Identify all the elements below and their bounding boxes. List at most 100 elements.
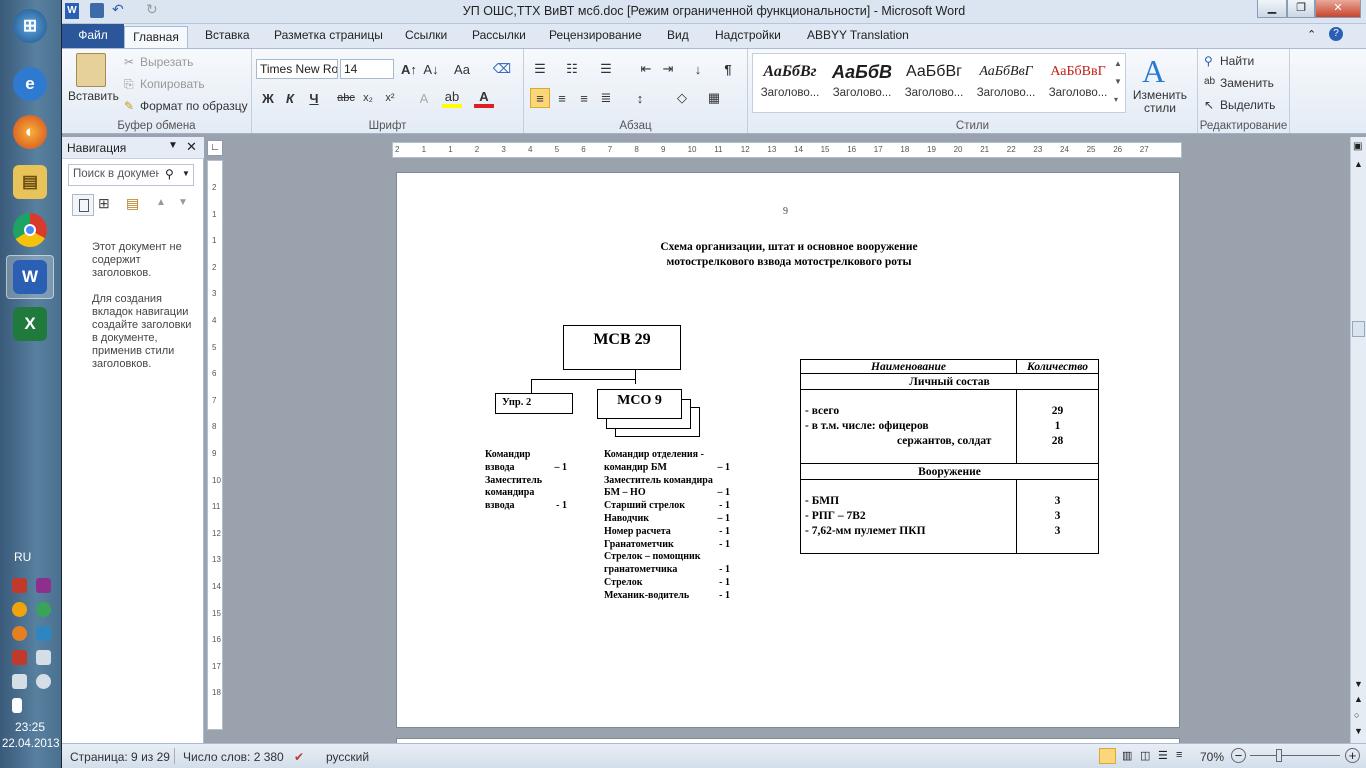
tab-mailings[interactable]: Рассылки xyxy=(472,28,526,42)
web-layout-view-icon[interactable]: ◫ xyxy=(1140,749,1150,762)
full-screen-view-icon[interactable]: ▥ xyxy=(1122,749,1132,762)
change-case-icon[interactable]: Aa xyxy=(452,59,472,79)
format-painter-button[interactable]: Формат по образцу xyxy=(140,99,248,113)
copy-icon[interactable]: ⎘ xyxy=(124,77,134,92)
scroll-up-icon[interactable]: ▲ xyxy=(1354,159,1363,169)
tab-home[interactable]: Главная xyxy=(124,26,188,49)
taskbar-word[interactable]: W xyxy=(6,255,54,299)
scroll-down-icon[interactable]: ▼ xyxy=(1354,679,1363,689)
select-icon[interactable]: ↖ xyxy=(1204,98,1214,112)
grow-font-icon[interactable]: A↑ xyxy=(399,59,419,79)
status-words[interactable]: Число слов: 2 380 xyxy=(183,750,284,764)
vertical-scrollbar[interactable]: ▣ ▲ ▼ ▲ ○ ▼ xyxy=(1350,137,1366,743)
outline-view-icon[interactable]: ☰ xyxy=(1158,749,1168,762)
status-language[interactable]: русский xyxy=(326,750,369,764)
tray-volume-icon[interactable] xyxy=(36,674,51,689)
italic-button[interactable]: К xyxy=(280,88,300,108)
font-name-combo[interactable]: Times New Ro xyxy=(256,59,338,79)
strikethrough-button[interactable]: abc xyxy=(336,88,356,108)
borders-icon[interactable]: ▦ xyxy=(704,88,724,108)
status-page[interactable]: Страница: 9 из 29 xyxy=(70,750,170,764)
tray-flag-icon[interactable] xyxy=(12,698,22,713)
tab-abbyy[interactable]: ABBYY Translation xyxy=(807,28,909,42)
font-size-combo[interactable]: 14 xyxy=(340,59,394,79)
nav-close-icon[interactable]: ✕ xyxy=(186,139,197,155)
taskbar-explorer[interactable]: ▤ xyxy=(6,160,54,204)
bullets-icon[interactable]: ☰ xyxy=(530,59,550,79)
show-marks-icon[interactable]: ¶ xyxy=(718,59,738,79)
tray-antivirus-icon[interactable] xyxy=(12,650,27,665)
tab-selector-icon[interactable]: ∟ xyxy=(207,140,223,156)
search-icon[interactable]: ⚲ xyxy=(165,167,174,181)
change-styles-icon[interactable]: A xyxy=(1142,53,1165,90)
restore-button[interactable]: ❐ xyxy=(1287,0,1315,18)
tab-view[interactable]: Вид xyxy=(667,28,689,42)
tray-cloud-icon[interactable] xyxy=(12,626,27,641)
taskbar-firefox[interactable]: ◐ xyxy=(6,110,54,154)
horizontal-ruler[interactable]: 2 1 1 2 3 4 5 6 7 8 9 10 11 12 13 14 15 16 17 18 19 20 21 22 23 2… xyxy=(392,142,1182,158)
vertical-ruler[interactable]: 2 1 1 2 3 4 5 6 7 8 9 10 11 12 13 14 15 16 17 18 xyxy=(207,160,223,730)
nav-next-icon[interactable]: ▼ xyxy=(178,197,188,208)
scroll-thumb[interactable] xyxy=(1352,321,1365,337)
ruler-toggle-icon[interactable]: ▣ xyxy=(1353,141,1362,152)
replace-button[interactable]: Заменить xyxy=(1220,76,1274,90)
tab-insert[interactable]: Вставка xyxy=(205,28,250,42)
prev-page-icon[interactable]: ▲ xyxy=(1354,694,1363,704)
clock-date[interactable]: 22.04.2013 xyxy=(2,738,60,750)
document-page[interactable]: 9 Схема организации, штат и основное воо… xyxy=(396,172,1180,728)
multilevel-list-icon[interactable]: ☰ xyxy=(596,59,616,79)
nav-options-icon[interactable]: ▼ xyxy=(168,140,178,151)
increase-indent-icon[interactable]: ⇥ xyxy=(658,59,678,79)
subscript-icon[interactable]: x₂ xyxy=(358,88,378,108)
tray-gmail-icon[interactable] xyxy=(12,578,27,593)
nav-search-input[interactable]: Поиск в документе ⚲ ▼ xyxy=(68,164,194,186)
start-button[interactable]: ⊞ xyxy=(6,4,54,48)
format-painter-icon[interactable]: ✎ xyxy=(124,99,134,113)
zoom-slider-track[interactable] xyxy=(1250,755,1340,756)
find-button[interactable]: Найти xyxy=(1220,54,1254,68)
tray-dropbox-icon[interactable] xyxy=(36,626,51,641)
decrease-indent-icon[interactable]: ⇤ xyxy=(636,59,656,79)
align-center-icon[interactable]: ≡ xyxy=(552,88,572,108)
highlight-icon[interactable]: ab xyxy=(442,88,462,108)
shading-icon[interactable]: ◇ xyxy=(672,88,692,108)
minimize-ribbon-icon[interactable]: ⌃ xyxy=(1307,28,1316,41)
numbering-icon[interactable]: ☷ xyxy=(562,59,582,79)
align-left-icon[interactable]: ≡ xyxy=(530,88,550,108)
select-button[interactable]: Выделить xyxy=(1220,98,1275,112)
taskbar-ie[interactable]: e xyxy=(6,62,54,106)
draft-view-icon[interactable]: ≡ xyxy=(1176,749,1182,761)
nav-results-tab[interactable]: ▤ xyxy=(126,195,139,212)
clear-format-icon[interactable]: ⌫ xyxy=(492,59,512,79)
spelling-icon[interactable]: ✔ xyxy=(294,750,304,764)
tray-sync-icon[interactable] xyxy=(36,602,51,617)
style-heading-4[interactable]: АаБбВвГ Заголово... xyxy=(972,57,1040,109)
styles-scroll-icon[interactable]: ▲ ▼ ▾ xyxy=(1114,55,1124,109)
font-color-icon[interactable]: A xyxy=(474,88,494,108)
copy-button[interactable]: Копировать xyxy=(140,77,205,91)
zoom-out-icon[interactable]: − xyxy=(1231,748,1246,763)
line-spacing-icon[interactable]: ↕ xyxy=(630,88,650,108)
change-styles-button[interactable]: Изменить стили xyxy=(1128,89,1192,115)
underline-button[interactable]: Ч xyxy=(304,88,324,108)
tab-review[interactable]: Рецензирование xyxy=(549,28,642,42)
tray-network-icon[interactable] xyxy=(12,674,27,689)
nav-headings-tab[interactable] xyxy=(72,194,94,216)
bold-button[interactable]: Ж xyxy=(258,88,278,108)
replace-icon[interactable]: ab xyxy=(1204,76,1215,87)
paste-icon[interactable] xyxy=(76,53,106,87)
tab-references[interactable]: Ссылки xyxy=(405,28,447,42)
style-heading-3[interactable]: АаБбВг Заголово... xyxy=(900,57,968,109)
next-page-icon[interactable]: ▼ xyxy=(1354,726,1363,736)
help-icon[interactable]: ? xyxy=(1329,27,1343,41)
taskbar-chrome[interactable] xyxy=(6,208,54,252)
cut-button[interactable]: Вырезать xyxy=(140,55,193,69)
justify-icon[interactable]: ≣ xyxy=(596,88,616,108)
paste-button[interactable]: Вставить xyxy=(68,89,119,103)
close-button[interactable]: ✕ xyxy=(1315,0,1361,18)
language-indicator[interactable]: RU xyxy=(14,550,31,564)
print-layout-view-icon[interactable] xyxy=(1099,748,1116,764)
taskbar-excel[interactable]: X xyxy=(6,302,54,346)
style-heading-5[interactable]: АаБбВвГ Заголово... xyxy=(1044,57,1112,109)
tab-page-layout[interactable]: Разметка страницы xyxy=(274,28,383,42)
